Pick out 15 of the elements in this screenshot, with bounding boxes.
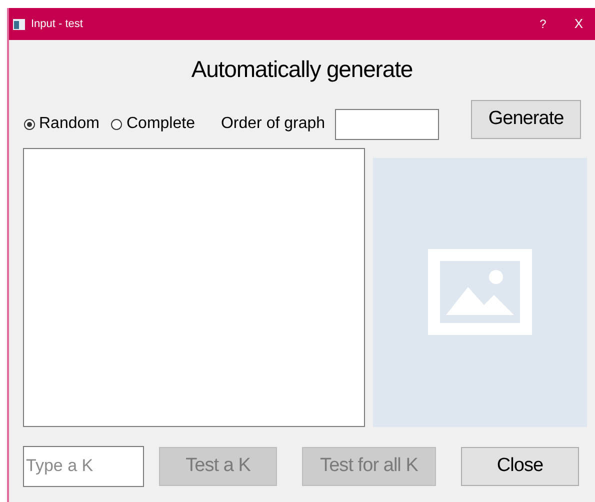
radio-option[interactable]: Random xyxy=(24,112,100,136)
image-placeholder-icon xyxy=(428,249,532,335)
help-button[interactable]: ? xyxy=(540,15,546,33)
order-input[interactable] xyxy=(335,108,440,140)
window-close-button[interactable]: X xyxy=(574,14,583,34)
k-input[interactable]: Type a K xyxy=(23,446,144,486)
radio-icon[interactable] xyxy=(111,118,122,130)
window-title: Input - test xyxy=(31,16,83,32)
radio-option[interactable]: Complete xyxy=(111,112,195,136)
heading: Automatically generate xyxy=(191,55,413,84)
close-dialog-button[interactable]: Close xyxy=(461,446,579,486)
window-icon xyxy=(13,18,25,30)
radio-icon[interactable] xyxy=(24,118,35,130)
generate-button[interactable]: Generate xyxy=(471,100,582,138)
order-label: Order of graph xyxy=(220,114,326,134)
